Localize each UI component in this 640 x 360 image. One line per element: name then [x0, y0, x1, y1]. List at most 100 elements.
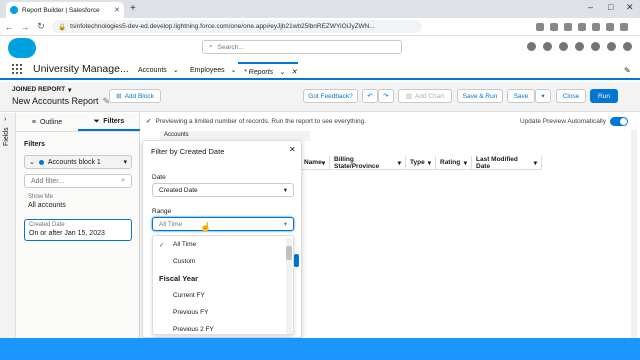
report-type[interactable]: JOINED REPORT ▾	[12, 86, 71, 94]
cursor-icon: ☝	[200, 222, 212, 232]
column-header[interactable]: Last Modified Date ▾	[472, 155, 542, 170]
run-button[interactable]: Run	[590, 89, 618, 103]
column-header[interactable]: Billing State/Province ▾	[330, 156, 406, 170]
column-header[interactable]: Rating ▾	[436, 156, 472, 169]
salesforce-logo[interactable]	[8, 38, 36, 58]
success-check-icon: ✔	[146, 118, 152, 125]
add-block-label: Add Block	[124, 92, 154, 100]
save-button[interactable]: Save	[507, 89, 535, 103]
rail-toggle-chevron-icon[interactable]: ›	[4, 116, 6, 123]
option-previous-fy[interactable]: Previous FY	[153, 304, 293, 321]
dropdown-scrollbar[interactable]	[286, 238, 292, 334]
block-selector[interactable]: ⌄ Accounts block 1 ▾	[24, 155, 132, 169]
save-menu-chevron-icon[interactable]: ▾	[535, 89, 551, 103]
outline-icon: ≡	[31, 119, 36, 126]
update-preview-toggle[interactable]	[610, 116, 628, 126]
report-title: New Accounts Report ✎	[12, 96, 110, 107]
column-label: Last Modified Date	[476, 155, 518, 170]
extension-icon[interactable]	[550, 22, 558, 31]
nav-item-label: Accounts	[138, 66, 167, 74]
range-label: Range	[152, 208, 172, 215]
tab-reports[interactable]: * Reports ⌄ ✕	[238, 62, 298, 80]
new-tab-icon[interactable]: +	[130, 3, 136, 14]
option-label: Previous FY	[173, 309, 209, 316]
tab-filters[interactable]: ⏷ Filters	[78, 114, 140, 131]
option-label: Current FY	[173, 292, 205, 299]
window-close-icon[interactable]: ✕	[626, 2, 634, 13]
puzzle-icon[interactable]	[592, 22, 600, 31]
show-me-value: All accounts	[28, 202, 66, 209]
block-color-dot	[38, 159, 44, 165]
close-icon[interactable]: ✕	[289, 145, 296, 154]
nav-item-accounts[interactable]: Accounts ⌄	[138, 66, 179, 75]
fields-rail[interactable]	[0, 113, 16, 338]
extension-icon[interactable]	[536, 22, 544, 31]
got-feedback-button[interactable]: Got Feedback?	[303, 89, 358, 103]
add-icon[interactable]	[543, 42, 552, 51]
date-field-select[interactable]: Created Date ▾	[152, 183, 294, 197]
chevron-down-icon[interactable]: ▾	[322, 159, 325, 167]
range-select[interactable]: All Time ▾	[152, 217, 294, 231]
maximize-icon[interactable]: □	[608, 2, 613, 12]
column-header[interactable]: Type ▾	[406, 156, 436, 169]
option-group-label: Fiscal Year	[159, 274, 199, 283]
chevron-down-icon[interactable]: ▾	[464, 159, 467, 167]
column-header[interactable]: Name ▾	[300, 156, 330, 169]
tab-outline[interactable]: ≡ Outline	[16, 114, 78, 131]
tab-filters-label: Filters	[103, 118, 125, 125]
avatar[interactable]	[623, 42, 632, 51]
edit-nav-pencil-icon[interactable]: ✎	[624, 66, 631, 75]
main-scrollbar[interactable]	[631, 130, 637, 338]
option-all-time[interactable]: ✓ All Time	[153, 236, 293, 253]
undo-icon[interactable]: ↶	[362, 89, 378, 103]
global-search-input[interactable]: ⌕ Search...	[202, 40, 402, 54]
chevron-down-icon[interactable]: ⌄	[173, 66, 179, 74]
chevron-down-icon: ▾	[68, 87, 72, 94]
block-menu-chevron-icon[interactable]: ▾	[123, 158, 127, 166]
chevron-down-icon[interactable]: ▾	[534, 159, 537, 167]
apply-button[interactable]	[294, 254, 299, 267]
reload-icon[interactable]: ↻	[36, 21, 46, 32]
add-chart-button[interactable]: ▥ Add Chart	[398, 89, 452, 103]
chevron-down-icon[interactable]: ⌄	[279, 68, 285, 76]
save-run-button[interactable]: Save & Run	[457, 89, 503, 103]
setup-gear-icon[interactable]	[591, 42, 600, 51]
close-button[interactable]: Close	[556, 89, 586, 103]
search-icon: ⌕	[209, 43, 213, 50]
minimize-icon[interactable]: –	[588, 2, 593, 12]
url-field[interactable]: 🔒 tsinfotechnologies5-dev-ed.develop.lig…	[52, 20, 422, 33]
scrollbar-thumb[interactable]	[286, 246, 292, 260]
close-icon[interactable]: ✕	[291, 68, 297, 76]
extension-icon[interactable]	[578, 22, 586, 31]
notifications-bell-icon[interactable]	[607, 42, 616, 51]
close-tab-icon[interactable]: ✕	[114, 6, 120, 14]
add-block-icon: ⊞	[116, 93, 122, 100]
nav-item-employees[interactable]: Employees ⌄	[190, 66, 237, 75]
browser-tab[interactable]: Report Builder | Salesforce ✕	[6, 2, 124, 18]
chevron-down-icon[interactable]: ⌄	[231, 66, 237, 74]
chevron-down-icon[interactable]: ▾	[428, 159, 431, 167]
add-block-button[interactable]: ⊞ Add Block	[109, 89, 161, 103]
block-name: Accounts block 1	[47, 158, 101, 166]
option-previous-2-fy[interactable]: Previous 2 FY	[153, 321, 293, 334]
tab-label: * Reports	[244, 68, 274, 76]
back-icon[interactable]: ←	[4, 22, 14, 32]
chevron-down-icon[interactable]: ▾	[398, 159, 401, 167]
trailhead-icon[interactable]	[559, 42, 568, 51]
lock-icon: 🔒	[58, 23, 67, 31]
created-date-label: Created Date	[29, 222, 65, 228]
option-custom[interactable]: Custom	[153, 253, 293, 270]
forward-icon[interactable]: →	[20, 22, 30, 32]
redo-icon[interactable]: ↷	[378, 89, 394, 103]
app-launcher-icon[interactable]	[12, 64, 22, 74]
update-preview-label: Update Preview Automatically	[520, 117, 606, 125]
extension-icon[interactable]	[564, 22, 572, 31]
created-date-filter[interactable]: Created Date On or after Jan 15, 2023	[24, 219, 132, 241]
add-filter-input[interactable]: Add filter... ⌕	[24, 174, 132, 188]
help-icon[interactable]	[575, 42, 584, 51]
favorites-icon[interactable]	[527, 42, 536, 51]
option-current-fy[interactable]: Current FY	[153, 287, 293, 304]
profile-icon[interactable]	[606, 22, 614, 31]
menu-dots-icon[interactable]	[620, 22, 628, 31]
show-me-filter[interactable]: Show Me All accounts	[24, 192, 132, 216]
